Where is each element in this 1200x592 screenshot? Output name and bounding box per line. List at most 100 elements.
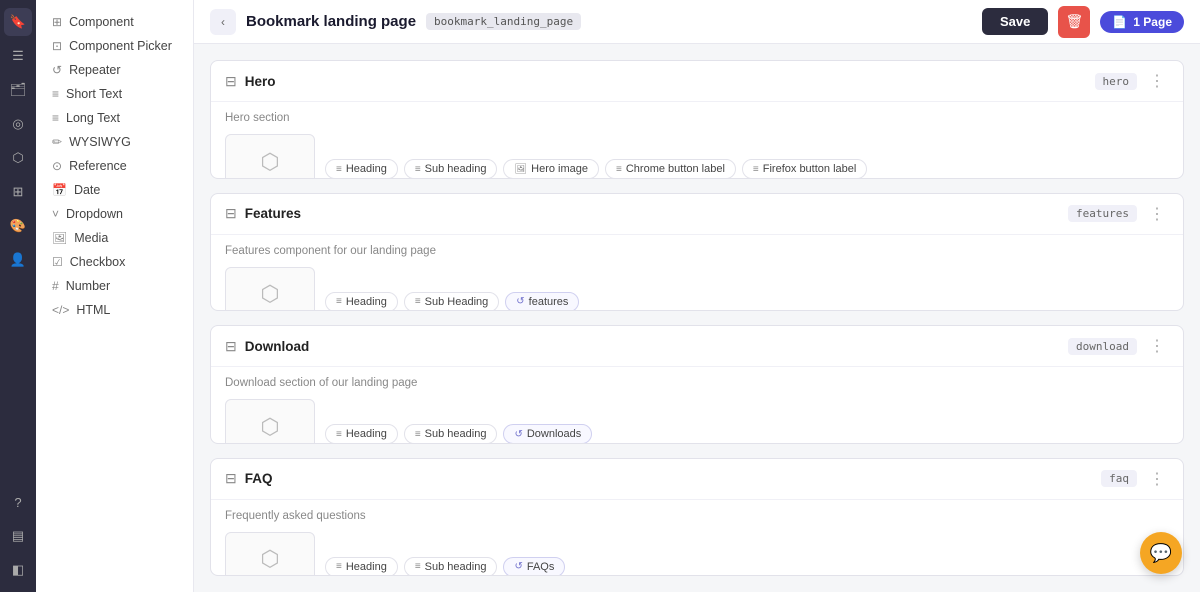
chip-label: Sub heading bbox=[425, 163, 487, 175]
fab-chat-button[interactable]: 💬 bbox=[1140, 532, 1182, 574]
topbar: ‹ Bookmark landing page bookmark_landing… bbox=[194, 0, 1200, 44]
section-name-features: Features bbox=[245, 206, 1060, 221]
page-count-badge: 📄 1 Page bbox=[1100, 11, 1184, 33]
short-text-icon: ≡ bbox=[52, 87, 59, 101]
sidebar-item-reference[interactable]: ⊙ Reference bbox=[40, 154, 189, 178]
rail-icon-bookmark[interactable]: 🔖 bbox=[4, 8, 32, 36]
sidebar-item-dropdown[interactable]: ˅ Dropdown bbox=[40, 202, 189, 226]
media-icon: 🖼 bbox=[52, 231, 67, 245]
section-menu-download[interactable]: ⋮ bbox=[1145, 336, 1169, 356]
sidebar-item-long-text[interactable]: ≡ Long Text bbox=[40, 106, 189, 130]
section-content-features: ⬡ Upload Preview ≡Heading ≡Sub Heading ↺… bbox=[225, 267, 1169, 312]
rail-icon-paint[interactable]: 🎨 bbox=[4, 212, 32, 240]
sidebar-item-label: Short Text bbox=[66, 87, 122, 101]
section-icon-hero: ⊟ bbox=[225, 73, 237, 90]
sidebar-item-media[interactable]: 🖼 Media bbox=[40, 226, 189, 250]
chip-firefox-hero[interactable]: ≡Firefox button label bbox=[742, 159, 867, 179]
section-content-faq: ⬡ Upload Preview ≡ Heading ≡Sub heading ↺… bbox=[225, 532, 1169, 577]
rail-icon-folder[interactable]: 🗂 bbox=[4, 76, 32, 104]
section-name-faq: FAQ bbox=[245, 471, 1093, 486]
section-tag-download: download bbox=[1068, 338, 1137, 355]
chip-subheading-download[interactable]: ≡Sub heading bbox=[404, 424, 498, 444]
chip-icon-downloads-ref: ↺ bbox=[514, 429, 522, 440]
upload-preview-features[interactable]: ⬡ Upload Preview bbox=[225, 267, 315, 312]
chip-features-ref[interactable]: ↺features bbox=[505, 292, 579, 312]
rail-icon-grid[interactable]: ⬡ bbox=[4, 144, 32, 172]
rail-icon-layers[interactable]: ◧ bbox=[4, 556, 32, 584]
section-menu-features[interactable]: ⋮ bbox=[1145, 204, 1169, 224]
chip-icon-heroimage: 🖼 bbox=[514, 164, 527, 175]
chip-icon-heading-download: ≡ bbox=[336, 429, 342, 440]
section-desc-hero: Hero section bbox=[225, 112, 1169, 124]
section-menu-hero[interactable]: ⋮ bbox=[1145, 71, 1169, 91]
chip-icon-subheading: ≡ bbox=[415, 164, 421, 175]
section-card-hero: ⊟ Hero hero ⋮ Hero section ⬡ Upload Prev… bbox=[210, 60, 1184, 179]
upload-icon-download: ⬡ bbox=[260, 414, 279, 440]
upload-preview-hero[interactable]: ⬡ Upload Preview bbox=[225, 134, 315, 179]
section-icon-features: ⊟ bbox=[225, 205, 237, 222]
upload-icon-faq: ⬡ bbox=[260, 546, 279, 572]
field-chips-features: ≡Heading ≡Sub Heading ↺features bbox=[325, 292, 579, 312]
section-content-download: ⬡ Upload Preview ≡Heading ≡Sub heading ↺… bbox=[225, 399, 1169, 444]
chip-icon-heading: ≡ bbox=[336, 164, 342, 175]
sidebar-item-component[interactable]: ⊞ Component bbox=[40, 10, 189, 34]
rail-icon-menu[interactable]: ☰ bbox=[4, 42, 32, 70]
chip-icon-firefox: ≡ bbox=[753, 164, 759, 175]
section-name-hero: Hero bbox=[245, 74, 1087, 89]
sidebar-item-component-picker[interactable]: ⊡ Component Picker bbox=[40, 34, 189, 58]
chip-icon-faqs-ref: ↺ bbox=[514, 561, 522, 572]
chip-heading-hero[interactable]: ≡Heading bbox=[325, 159, 398, 179]
rail-icon-circle[interactable]: ◎ bbox=[4, 110, 32, 138]
section-menu-faq[interactable]: ⋮ bbox=[1145, 469, 1169, 489]
upload-preview-faq[interactable]: ⬡ Upload Preview bbox=[225, 532, 315, 577]
chip-icon-heading-faq: ≡ bbox=[336, 561, 342, 572]
section-icon-download: ⊟ bbox=[225, 338, 237, 355]
html-icon: </> bbox=[52, 303, 69, 317]
upload-icon-features: ⬡ bbox=[260, 281, 279, 307]
rail-icon-layout[interactable]: ⊞ bbox=[4, 178, 32, 206]
section-tag-features: features bbox=[1068, 205, 1137, 222]
upload-preview-download[interactable]: ⬡ Upload Preview bbox=[225, 399, 315, 444]
sidebar-item-html[interactable]: </> HTML bbox=[40, 298, 189, 322]
chip-heading-faq[interactable]: ≡ Heading bbox=[325, 557, 398, 577]
repeater-icon: ↺ bbox=[52, 63, 62, 77]
chip-heroimage-hero[interactable]: 🖼Hero image bbox=[503, 159, 599, 179]
section-card-download: ⊟ Download download ⋮ Download section o… bbox=[210, 325, 1184, 444]
rail-icon-help[interactable]: ? bbox=[4, 488, 32, 516]
sidebar-item-label: HTML bbox=[76, 303, 110, 317]
save-button[interactable]: Save bbox=[982, 8, 1048, 35]
delete-button[interactable]: 🗑 bbox=[1058, 6, 1090, 38]
reference-icon: ⊙ bbox=[52, 159, 62, 173]
section-desc-download: Download section of our landing page bbox=[225, 377, 1169, 389]
chip-subheading-features[interactable]: ≡Sub Heading bbox=[404, 292, 499, 312]
sidebar-item-label: Number bbox=[66, 279, 110, 293]
section-icon-faq: ⊟ bbox=[225, 470, 237, 487]
chip-faqs-ref[interactable]: ↺ FAQs bbox=[503, 557, 565, 577]
chip-label: Heading bbox=[346, 561, 387, 573]
long-text-icon: ≡ bbox=[52, 111, 59, 125]
chip-heading-download[interactable]: ≡Heading bbox=[325, 424, 398, 444]
sidebar-item-date[interactable]: 📅 Date bbox=[40, 178, 189, 202]
sidebar: ⊞ Component ⊡ Component Picker ↺ Repeate… bbox=[36, 0, 194, 592]
section-name-download: Download bbox=[245, 339, 1060, 354]
rail-icon-users[interactable]: 👤 bbox=[4, 246, 32, 274]
section-header-features: ⊟ Features features ⋮ bbox=[211, 194, 1183, 235]
chip-label: FAQs bbox=[527, 561, 555, 573]
sidebar-item-checkbox[interactable]: ☑ Checkbox bbox=[40, 250, 189, 274]
sidebar-item-number[interactable]: # Number bbox=[40, 274, 189, 298]
sidebar-item-short-text[interactable]: ≡ Short Text bbox=[40, 82, 189, 106]
chip-downloads-ref[interactable]: ↺Downloads bbox=[503, 424, 592, 444]
sidebar-item-wysiwyg[interactable]: ✏ WYSIWYG bbox=[40, 130, 189, 154]
chip-subheading-hero[interactable]: ≡ Sub heading bbox=[404, 159, 498, 179]
sidebar-item-repeater[interactable]: ↺ Repeater bbox=[40, 58, 189, 82]
page-count-label: 1 Page bbox=[1133, 15, 1172, 29]
chip-chrome-hero[interactable]: ≡Chrome button label bbox=[605, 159, 736, 179]
chip-icon-subheading-faq: ≡ bbox=[415, 561, 421, 572]
rail-icon-terminal[interactable]: ▤ bbox=[4, 522, 32, 550]
back-button[interactable]: ‹ bbox=[210, 9, 236, 35]
field-chips-faq: ≡ Heading ≡Sub heading ↺ FAQs bbox=[325, 557, 565, 577]
chip-heading-features[interactable]: ≡Heading bbox=[325, 292, 398, 312]
section-desc-faq: Frequently asked questions bbox=[225, 510, 1169, 522]
chip-subheading-faq[interactable]: ≡Sub heading bbox=[404, 557, 498, 577]
section-body-faq: Frequently asked questions ⬡ Upload Prev… bbox=[211, 500, 1183, 577]
